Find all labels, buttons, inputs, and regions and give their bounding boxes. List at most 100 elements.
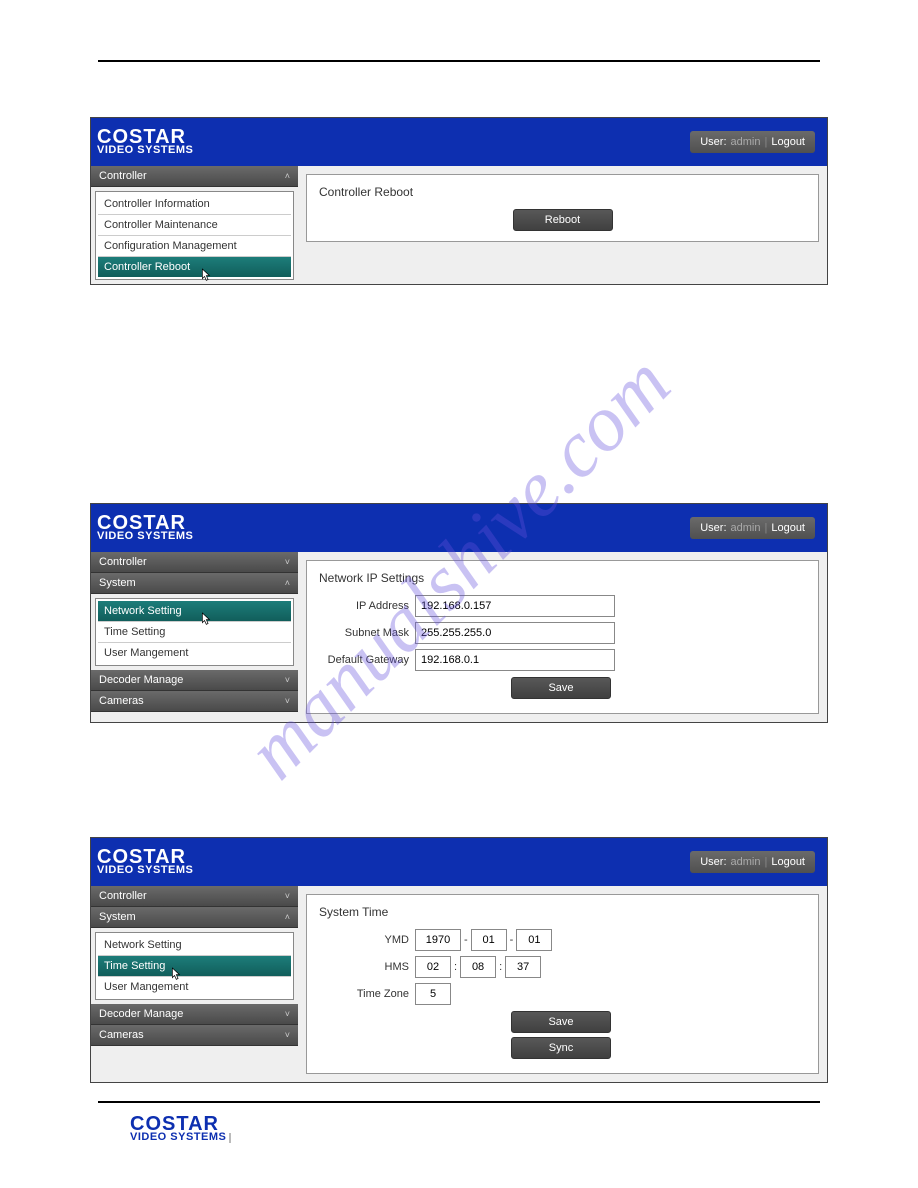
reboot-button[interactable]: Reboot: [513, 209, 613, 231]
screenshot-controller-reboot: COSTAR VIDEO SYSTEMS User: admin | Logou…: [90, 117, 828, 285]
sidebar-item-controller-reboot[interactable]: Controller Reboot: [98, 257, 291, 277]
sync-button[interactable]: Sync: [511, 1037, 611, 1059]
logout-link[interactable]: Logout: [771, 136, 805, 148]
dash-sep: -: [464, 934, 468, 946]
sidebar-item-controller-maintenance[interactable]: Controller Maintenance: [98, 215, 291, 236]
sidebar-item-network-setting[interactable]: Network Setting: [98, 601, 291, 622]
sidebar-item-time-setting[interactable]: Time Setting: [98, 956, 291, 977]
account-widget: User: admin | Logout: [690, 131, 815, 153]
section-label: Cameras: [99, 695, 144, 707]
sep: |: [764, 522, 767, 534]
sidebar: Controller ˅ System ˄ Network Setting Ti…: [91, 552, 298, 722]
sidebar-item-label: Controller Reboot: [104, 261, 190, 273]
header-bar: COSTAR VIDEO SYSTEMS User: admin | Logou…: [91, 504, 827, 552]
save-button[interactable]: Save: [511, 1011, 611, 1033]
chevron-down-icon: ˅: [285, 696, 290, 706]
sidebar-menu: Controller Information Controller Mainte…: [95, 191, 294, 280]
brand-logo: COSTAR VIDEO SYSTEMS: [97, 848, 193, 876]
user-label: User:: [700, 856, 726, 868]
content-area: Controller Reboot Reboot: [298, 166, 827, 284]
content-area: Network IP Settings IP Address Subnet Ma…: [298, 552, 827, 722]
sidebar-section-decoder-manage[interactable]: Decoder Manage ˅: [91, 670, 298, 691]
chevron-up-icon: ˄: [285, 912, 290, 922]
sidebar: Controller ˅ System ˄ Network Setting Ti…: [91, 886, 298, 1082]
colon-sep: :: [499, 961, 502, 973]
minute-input[interactable]: [460, 956, 496, 978]
section-label: System: [99, 577, 136, 589]
chevron-down-icon: ˅: [285, 1009, 290, 1019]
default-gateway-label: Default Gateway: [319, 654, 415, 666]
logout-link[interactable]: Logout: [771, 856, 805, 868]
sidebar-item-label: Time Setting: [104, 960, 165, 972]
footer-logo: COSTAR VIDEO SYSTEMS: [90, 1115, 828, 1143]
sidebar-item-controller-information[interactable]: Controller Information: [98, 194, 291, 215]
default-gateway-input[interactable]: [415, 649, 615, 671]
chevron-down-icon: ˅: [285, 675, 290, 685]
sidebar-section-cameras[interactable]: Cameras ˅: [91, 691, 298, 712]
sidebar-section-system[interactable]: System ˄: [91, 907, 298, 928]
colon-sep: :: [454, 961, 457, 973]
year-input[interactable]: [415, 929, 461, 951]
chevron-up-icon: ˄: [285, 578, 290, 588]
ip-address-input[interactable]: [415, 595, 615, 617]
account-widget: User: admin | Logout: [690, 851, 815, 873]
second-input[interactable]: [505, 956, 541, 978]
screenshot-system-time: COSTAR VIDEO SYSTEMS User: admin | Logou…: [90, 837, 828, 1083]
section-label: Controller: [99, 556, 147, 568]
top-horizontal-rule: [98, 60, 820, 62]
content-title: Controller Reboot: [319, 185, 806, 199]
timezone-label: Time Zone: [319, 988, 415, 1000]
user-label: User:: [700, 522, 726, 534]
ip-address-label: IP Address: [319, 600, 415, 612]
user-value: admin: [731, 522, 761, 534]
save-button[interactable]: Save: [511, 677, 611, 699]
sidebar-section-controller[interactable]: Controller ˅: [91, 886, 298, 907]
section-label: System: [99, 911, 136, 923]
brand-line1: COSTAR: [130, 1115, 828, 1133]
ymd-label: YMD: [319, 934, 415, 946]
sidebar-menu: Network Setting Time Setting User Mangem…: [95, 932, 294, 1000]
sidebar-section-controller[interactable]: Controller ˄: [91, 166, 298, 187]
brand-line2: VIDEO SYSTEMS: [97, 146, 193, 156]
timezone-input[interactable]: [415, 983, 451, 1005]
sidebar-section-cameras[interactable]: Cameras ˅: [91, 1025, 298, 1046]
subnet-mask-input[interactable]: [415, 622, 615, 644]
account-widget: User: admin | Logout: [690, 517, 815, 539]
brand-line2: VIDEO SYSTEMS: [97, 866, 193, 876]
brand-line2: VIDEO SYSTEMS: [97, 532, 193, 542]
sidebar-menu: Network Setting Time Setting User Mangem…: [95, 598, 294, 666]
sidebar-section-system[interactable]: System ˄: [91, 573, 298, 594]
user-value: admin: [731, 136, 761, 148]
hms-label: HMS: [319, 961, 415, 973]
chevron-down-icon: ˅: [285, 557, 290, 567]
month-input[interactable]: [471, 929, 507, 951]
chevron-down-icon: ˅: [285, 891, 290, 901]
content-title: System Time: [319, 905, 806, 919]
sidebar-item-time-setting[interactable]: Time Setting: [98, 622, 291, 643]
brand-logo: COSTAR VIDEO SYSTEMS: [97, 128, 193, 156]
brand-line2: VIDEO SYSTEMS: [130, 1133, 231, 1143]
header-bar: COSTAR VIDEO SYSTEMS User: admin | Logou…: [91, 118, 827, 166]
sidebar-item-network-setting[interactable]: Network Setting: [98, 935, 291, 956]
bottom-horizontal-rule: [98, 1101, 820, 1103]
sidebar-section-controller[interactable]: Controller ˅: [91, 552, 298, 573]
cursor-pointer-icon: [198, 268, 212, 284]
sidebar-section-decoder-manage[interactable]: Decoder Manage ˅: [91, 1004, 298, 1025]
hour-input[interactable]: [415, 956, 451, 978]
sidebar-item-label: Network Setting: [104, 605, 182, 617]
user-value: admin: [731, 856, 761, 868]
logout-link[interactable]: Logout: [771, 522, 805, 534]
sidebar: Controller ˄ Controller Information Cont…: [91, 166, 298, 284]
sidebar-item-configuration-management[interactable]: Configuration Management: [98, 236, 291, 257]
day-input[interactable]: [516, 929, 552, 951]
subnet-mask-label: Subnet Mask: [319, 627, 415, 639]
dash-sep: -: [510, 934, 514, 946]
section-label: Cameras: [99, 1029, 144, 1041]
sidebar-item-user-management[interactable]: User Mangement: [98, 643, 291, 663]
screenshot-network-settings: COSTAR VIDEO SYSTEMS User: admin | Logou…: [90, 503, 828, 723]
brand-logo: COSTAR VIDEO SYSTEMS: [97, 514, 193, 542]
chevron-down-icon: ˅: [285, 1030, 290, 1040]
sidebar-item-user-management[interactable]: User Mangement: [98, 977, 291, 997]
chevron-up-icon: ˄: [285, 171, 290, 181]
section-label: Decoder Manage: [99, 1008, 183, 1020]
